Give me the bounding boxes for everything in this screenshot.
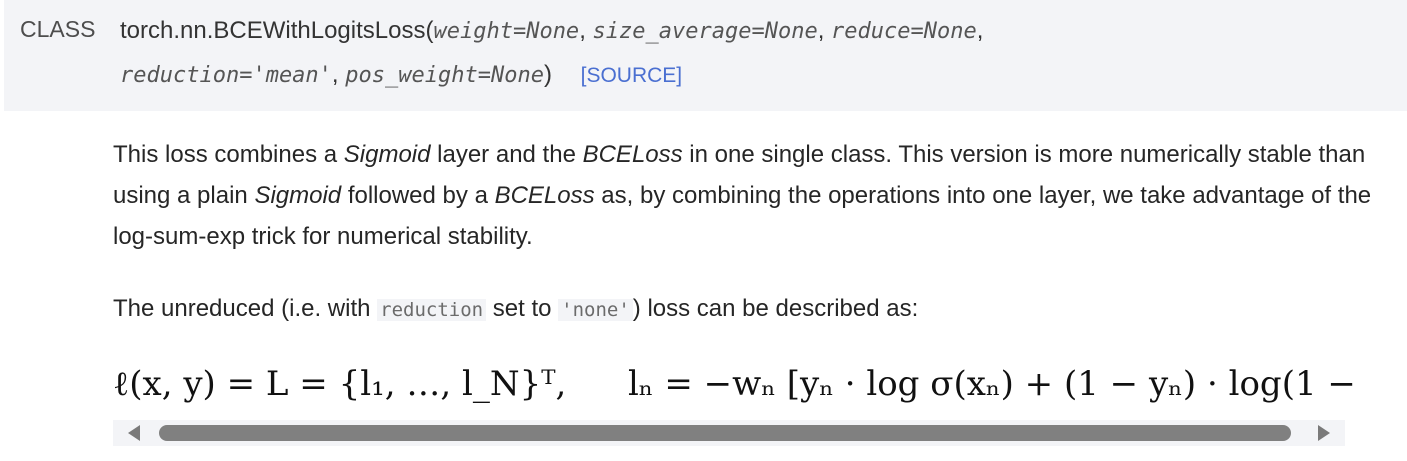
param-pos-weight: pos_weight=None — [345, 63, 544, 88]
horizontal-scrollbar[interactable] — [113, 420, 1345, 446]
description-text: This loss combines a — [113, 141, 344, 168]
description-text: layer and the — [430, 141, 583, 168]
source-link[interactable]: [SOURCE] — [581, 64, 683, 87]
formula-lhs: ℓ(x, y) = L = {l₁, …, l_N}ᵀ, — [113, 364, 567, 404]
description-text: followed by a — [341, 182, 495, 209]
scroll-left-icon[interactable] — [128, 425, 140, 441]
signature-line-1: torch.nn.BCEWithLogitsLoss(weight=None, … — [120, 16, 983, 47]
param-separator: , — [579, 17, 586, 44]
param-separator: , — [331, 61, 339, 88]
class-name: torch.nn.BCEWithLogitsLoss — [120, 17, 426, 44]
class-tag: CLASS — [20, 16, 96, 42]
unreduced-text: The unreduced (i.e. with — [113, 295, 378, 322]
param-reduction: reduction='mean' — [120, 63, 332, 88]
loss-formula: ℓ(x, y) = L = {l₁, …, l_N}ᵀ, lₙ = −wₙ [y… — [113, 364, 1353, 420]
param-size-average: size_average=None — [592, 19, 818, 44]
sigmoid-term: Sigmoid — [343, 141, 431, 168]
description-paragraph: This loss combines a Sigmoid layer and t… — [113, 134, 1403, 257]
param-weight: weight=None — [433, 19, 580, 44]
inline-code-reduction: reduction — [377, 299, 487, 321]
class-signature: CLASS torch.nn.BCEWithLogitsLoss(weight=… — [4, 0, 1407, 111]
signature-line-2: reduction='mean', pos_weight=None) [SOUR… — [120, 60, 682, 91]
close-paren: ) — [543, 61, 552, 88]
bceloss-term: BCELoss — [494, 182, 595, 209]
inline-code-none: 'none' — [558, 299, 633, 321]
param-separator: , — [817, 17, 825, 44]
scroll-right-icon[interactable] — [1318, 425, 1330, 441]
bceloss-term: BCELoss — [582, 141, 683, 168]
scrollbar-thumb[interactable] — [159, 425, 1291, 441]
param-separator: , — [976, 17, 984, 44]
param-reduce: reduce=None — [831, 19, 977, 44]
unreduced-paragraph: The unreduced (i.e. with reduction set t… — [113, 288, 1403, 331]
unreduced-text: ) loss can be described as: — [632, 295, 919, 322]
formula-rhs: lₙ = −wₙ [yₙ · log σ(xₙ) + (1 − yₙ) · lo… — [627, 364, 1353, 404]
sigmoid-term: Sigmoid — [254, 182, 342, 209]
unreduced-text: set to — [486, 295, 559, 322]
